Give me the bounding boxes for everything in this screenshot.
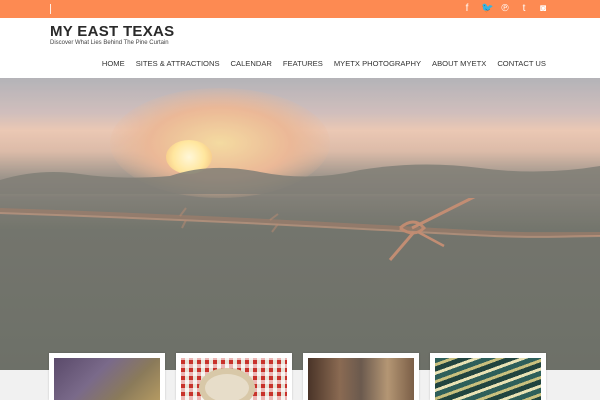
nav-item-features[interactable]: FEATURES: [283, 59, 323, 68]
facebook-icon[interactable]: f: [462, 2, 472, 16]
featured-card-2[interactable]: [176, 353, 292, 400]
social-links: f 🐦 ℗ t ◙: [462, 2, 548, 16]
nav-item-home[interactable]: HOME: [102, 59, 125, 68]
top-bar-divider: [50, 4, 51, 14]
top-bar: f 🐦 ℗ t ◙: [0, 0, 600, 18]
nav-item-contact-us[interactable]: CONTACT US: [497, 59, 546, 68]
nav-item-calendar[interactable]: CALENDAR: [231, 59, 272, 68]
card-thumbnail[interactable]: [181, 358, 287, 400]
pinterest-icon[interactable]: ℗: [500, 2, 510, 16]
tumblr-icon[interactable]: t: [519, 2, 529, 16]
food-plate: [199, 368, 255, 400]
card-thumbnail[interactable]: [54, 358, 160, 400]
nav-item-myetx-photography[interactable]: MYETX PHOTOGRAPHY: [334, 59, 421, 68]
instagram-icon[interactable]: ◙: [538, 2, 548, 16]
card-thumbnail[interactable]: [308, 358, 414, 400]
nav-item-sites-attractions[interactable]: SITES & ATTRACTIONS: [136, 59, 220, 68]
featured-card-1[interactable]: [49, 353, 165, 400]
hero-overlay: [0, 78, 600, 370]
featured-card-4[interactable]: [430, 353, 546, 400]
twitter-icon[interactable]: 🐦: [481, 2, 493, 16]
card-thumbnail[interactable]: [435, 358, 541, 400]
hero-image: [0, 78, 600, 370]
site-tagline: Discover What Lies Behind The Pine Curta…: [50, 40, 169, 46]
nav-item-about-myetx[interactable]: ABOUT MYETX: [432, 59, 486, 68]
featured-card-3[interactable]: [303, 353, 419, 400]
site-header: MY EAST TEXAS Discover What Lies Behind …: [0, 18, 600, 78]
site-title[interactable]: MY EAST TEXAS: [50, 23, 174, 40]
main-nav: HOME SITES & ATTRACTIONS CALENDAR FEATUR…: [102, 59, 546, 68]
